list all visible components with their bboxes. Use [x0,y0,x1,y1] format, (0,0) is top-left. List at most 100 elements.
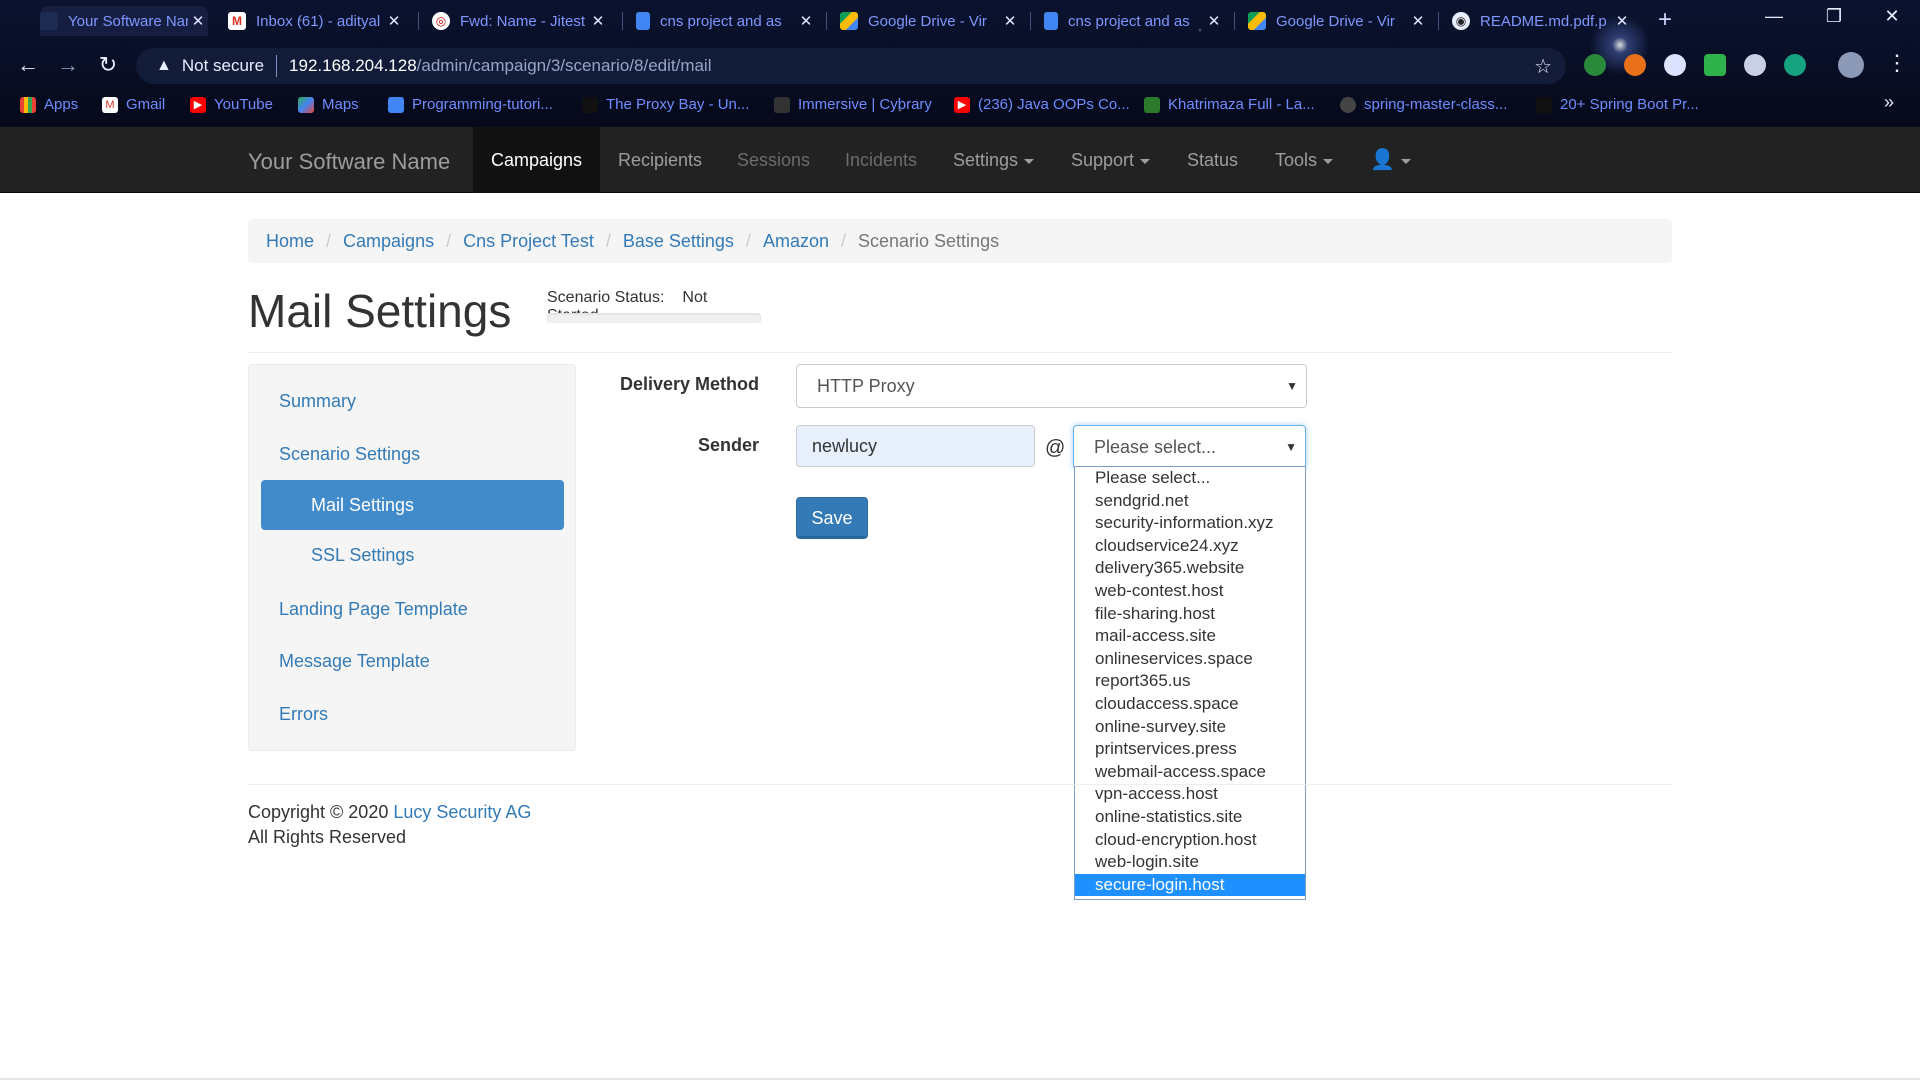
bookmark-star-icon[interactable]: ☆ [1534,54,1552,79]
brand-name[interactable]: Your Software Name [248,149,450,175]
dropdown-option[interactable]: vpn-access.host [1075,783,1305,806]
tab-separator [826,12,827,30]
bookmark-item[interactable]: Programming-tutori... [388,96,553,113]
close-window-icon[interactable]: ✕ [1872,6,1912,27]
extension-icon[interactable] [1664,54,1686,76]
breadcrumb-home[interactable]: Home [266,231,314,252]
company-link[interactable]: Lucy Security AG [393,802,531,822]
browser-tab[interactable]: Google Drive - Vir ✕ [840,6,1020,36]
nav-status[interactable]: Status [1169,127,1256,193]
back-icon[interactable]: ← [14,52,42,78]
bookmark-item[interactable]: Immersive | Cybrary [774,96,932,113]
bookmark-label: YouTube [214,96,273,113]
breadcrumb-base-settings[interactable]: Base Settings [623,231,734,252]
bookmark-item[interactable]: Khatrimaza Full - La... [1144,96,1315,113]
nav-incidents[interactable]: Incidents [827,127,935,193]
browser-tab[interactable]: cns project and as ✕ [636,6,816,36]
bookmark-item[interactable]: spring-master-class... [1340,96,1507,113]
dropdown-option[interactable]: web-contest.host [1075,580,1305,603]
tab-title: Google Drive - Vir [1276,12,1395,30]
close-icon[interactable]: ✕ [1408,12,1428,30]
doc-icon [1044,12,1058,30]
close-icon[interactable]: ✕ [384,12,404,30]
extension-icon[interactable] [1584,54,1606,76]
browser-menu-icon[interactable]: ⋮ [1886,50,1908,76]
close-icon[interactable]: ✕ [188,12,208,30]
nav-user-menu[interactable]: 👤 [1352,127,1429,193]
browser-tab[interactable]: ◉ README.md.pdf.p ✕ [1452,6,1632,36]
dropdown-option[interactable]: cloud-encryption.host [1075,829,1305,852]
dropdown-option[interactable]: Please select... [1075,467,1305,490]
close-icon[interactable]: ✕ [1612,12,1632,30]
browser-tab[interactable]: M Inbox (61) - adityal ✕ [228,6,404,36]
nav-recipients[interactable]: Recipients [600,127,720,193]
extension-icon[interactable] [1784,54,1806,76]
nav-settings[interactable]: Settings [935,127,1052,193]
bookmark-item[interactable]: Maps [298,96,359,113]
dropdown-option[interactable]: mail-access.site [1075,625,1305,648]
sidebar-item-errors[interactable]: Errors [279,704,328,725]
dropdown-option[interactable]: sendgrid.net [1075,490,1305,513]
chevron-right-icon[interactable]: » [1884,92,1894,113]
nav-campaigns[interactable]: Campaigns [473,127,601,193]
address-bar[interactable]: ▲ Not secure 192.168.204.128/admin/campa… [136,48,1566,84]
nav-label: Tools [1275,150,1318,170]
close-icon[interactable]: ✕ [796,12,816,30]
browser-tab[interactable]: cns project and as ✕ [1044,6,1224,36]
bookmark-item[interactable]: ▶ (236) Java OOPs Co... [954,96,1130,113]
sender-input[interactable]: newlucy [796,425,1035,467]
dropdown-option[interactable]: printservices.press [1075,738,1305,761]
reload-icon[interactable]: ↻ [94,52,122,78]
nav-sessions[interactable]: Sessions [719,127,828,193]
dropdown-option[interactable]: web-login.site [1075,851,1305,874]
sidebar-item-ssl-settings[interactable]: SSL Settings [311,545,414,566]
dropdown-option[interactable]: security-information.xyz [1075,512,1305,535]
close-icon[interactable]: ✕ [588,12,608,30]
new-tab-icon[interactable]: + [1658,6,1672,34]
dropdown-option[interactable]: cloudservice24.xyz [1075,535,1305,558]
bookmark-label: Immersive | Cybrary [798,96,932,113]
dropdown-option[interactable]: file-sharing.host [1075,603,1305,626]
dropdown-option[interactable]: webmail-access.space [1075,761,1305,784]
restore-icon[interactable]: ❐ [1814,6,1854,27]
breadcrumb-campaigns[interactable]: Campaigns [343,231,434,252]
dropdown-option[interactable]: secure-login.host [1075,873,1305,897]
bookmark-item[interactable]: M Gmail [102,96,165,113]
dropdown-option[interactable]: onlineservices.space [1075,648,1305,671]
sidebar-item-mail-settings[interactable]: Mail Settings [261,480,564,530]
bookmark-item[interactable]: The Proxy Bay - Un... [582,96,749,113]
proxy-icon [582,96,598,113]
nav-support[interactable]: Support [1053,127,1168,193]
minimize-icon[interactable]: — [1754,6,1794,27]
forward-icon[interactable]: → [54,52,82,78]
nav-tools[interactable]: Tools [1257,127,1351,193]
sidebar-item-message-template[interactable]: Message Template [279,651,430,672]
browser-tab[interactable]: Your Software Nam ✕ [40,6,208,36]
extension-icon[interactable] [1624,54,1646,76]
dropdown-option[interactable]: report365.us [1075,670,1305,693]
browser-tab[interactable]: Google Drive - Vir ✕ [1248,6,1428,36]
save-button[interactable]: Save [796,497,868,539]
close-icon[interactable]: ✕ [1204,12,1224,30]
breadcrumb-campaign[interactable]: Cns Project Test [463,231,594,252]
sidebar-item-scenario-settings[interactable]: Scenario Settings [279,444,420,465]
dropdown-option[interactable]: online-statistics.site [1075,806,1305,829]
shield-icon[interactable] [1704,54,1726,76]
breadcrumb-scenario[interactable]: Amazon [763,231,829,252]
bookmark-item[interactable]: Apps [20,96,78,113]
sidebar-item-summary[interactable]: Summary [279,391,356,412]
dropdown-option[interactable]: online-survey.site [1075,716,1305,739]
dropdown-option[interactable]: cloudaccess.space [1075,693,1305,716]
dropdown-option[interactable]: delivery365.website [1075,557,1305,580]
extension-icon[interactable] [1744,54,1766,76]
status-progress-bar [547,313,761,323]
breadcrumb-separator: / [605,230,611,251]
close-icon[interactable]: ✕ [1000,12,1020,30]
browser-tab[interactable]: ◎ Fwd: Name - Jitest ✕ [432,6,608,36]
sender-domain-select[interactable]: Please select... ▼ [1073,425,1306,469]
bookmark-item[interactable]: ▶ YouTube [190,96,273,113]
sidebar-item-landing-page-template[interactable]: Landing Page Template [279,599,468,620]
delivery-method-select[interactable]: HTTP Proxy ▼ [796,364,1307,408]
profile-avatar[interactable] [1838,52,1864,78]
bookmark-item[interactable]: 20+ Spring Boot Pr... [1536,96,1699,113]
